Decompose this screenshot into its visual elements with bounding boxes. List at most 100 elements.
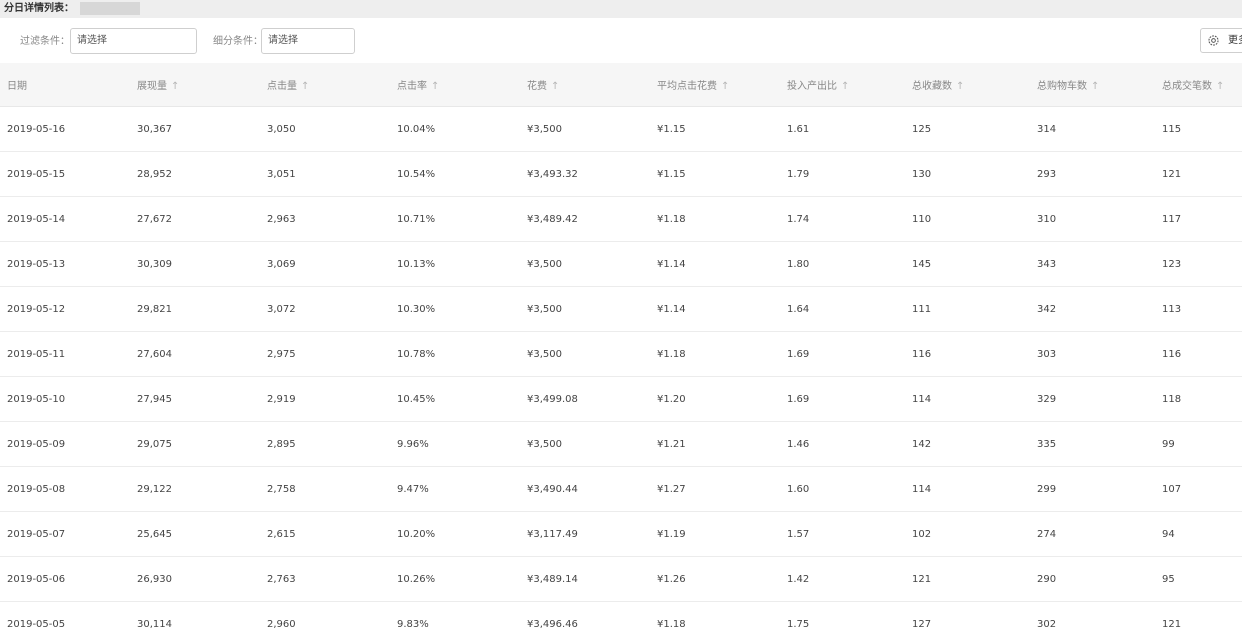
table-cell: ¥3,496.46 (520, 601, 650, 637)
sort-arrow-icon[interactable]: ↑ (551, 81, 559, 92)
table-cell: ¥3,500 (520, 331, 650, 377)
table-cell: ¥3,117.49 (520, 511, 650, 557)
table-cell: 26,930 (130, 556, 260, 602)
table-cell: 121 (1155, 151, 1242, 197)
table-cell: 118 (1155, 376, 1242, 422)
table-cell: 2019-05-16 (0, 106, 130, 152)
more-settings-button[interactable]: 更多 (1200, 28, 1242, 53)
sort-arrow-icon[interactable]: ↑ (171, 81, 179, 92)
table-cell: 303 (1030, 331, 1155, 377)
table-row: 2019-05-09 29,075 2,895 9.96% ¥3,500 ¥1.21 1.4… (0, 421, 1242, 467)
column-header[interactable]: 总成交笔数 ↑ (1155, 63, 1242, 107)
filter-condition-placeholder: 请选择 (77, 35, 107, 46)
table-cell: ¥1.14 (650, 241, 780, 287)
table-cell: 329 (1030, 376, 1155, 422)
table-cell: 94 (1155, 511, 1242, 557)
table-cell: 10.30% (390, 286, 520, 332)
table-cell: 30,114 (130, 601, 260, 637)
table-cell: 2019-05-11 (0, 331, 130, 377)
table-cell: 2,615 (260, 511, 390, 557)
column-header-label: 点击率 (397, 81, 427, 92)
sort-arrow-icon[interactable]: ↑ (721, 81, 729, 92)
table-cell: 10.71% (390, 196, 520, 242)
table-cell: 10.45% (390, 376, 520, 422)
table-cell: 99 (1155, 421, 1242, 467)
subdivide-condition-select[interactable]: 请选择 (261, 28, 355, 54)
table-cell: ¥1.15 (650, 106, 780, 152)
column-header[interactable]: 总收藏数 ↑ (905, 63, 1030, 107)
table-cell: ¥1.27 (650, 466, 780, 512)
table-cell: 29,122 (130, 466, 260, 512)
table-cell: ¥3,500 (520, 241, 650, 287)
column-header[interactable]: 总购物车数 ↑ (1030, 63, 1155, 107)
column-header-label: 平均点击花费 (657, 81, 717, 92)
table-cell: ¥1.18 (650, 196, 780, 242)
table-cell: 302 (1030, 601, 1155, 637)
column-header-label: 花费 (527, 81, 547, 92)
table-cell: 121 (1155, 601, 1242, 637)
table-cell: 2019-05-05 (0, 601, 130, 637)
table-cell: 2,895 (260, 421, 390, 467)
table-cell: 2019-05-07 (0, 511, 130, 557)
column-header[interactable]: 平均点击花费 ↑ (650, 63, 780, 107)
sort-arrow-icon[interactable]: ↑ (431, 81, 439, 92)
table-cell: 25,645 (130, 511, 260, 557)
table-cell: 125 (905, 106, 1030, 152)
table-cell: 102 (905, 511, 1030, 557)
column-header[interactable]: 展现量 ↑ (130, 63, 260, 107)
table-cell: 30,367 (130, 106, 260, 152)
table-cell: 1.69 (780, 331, 905, 377)
table-cell: 95 (1155, 556, 1242, 602)
filter-condition-select[interactable]: 请选择 (70, 28, 197, 54)
table-cell: 3,069 (260, 241, 390, 287)
column-header[interactable]: 花费 ↑ (520, 63, 650, 107)
table-cell: 130 (905, 151, 1030, 197)
sort-arrow-icon[interactable]: ↑ (1216, 81, 1224, 92)
table-cell: 123 (1155, 241, 1242, 287)
table-cell: ¥1.18 (650, 331, 780, 377)
table-cell: 1.61 (780, 106, 905, 152)
sort-arrow-icon[interactable]: ↑ (301, 81, 309, 92)
column-header[interactable]: 投入产出比 ↑ (780, 63, 905, 107)
table-cell: 3,072 (260, 286, 390, 332)
column-header-label: 日期 (7, 81, 27, 92)
table-cell: 3,050 (260, 106, 390, 152)
table-cell: 2,758 (260, 466, 390, 512)
more-settings-label: 更多 (1228, 35, 1242, 46)
sort-arrow-icon[interactable]: ↑ (841, 81, 849, 92)
table-cell: 314 (1030, 106, 1155, 152)
column-header[interactable]: 点击率 ↑ (390, 63, 520, 107)
table-cell: 127 (905, 601, 1030, 637)
table-cell: 335 (1030, 421, 1155, 467)
table-cell: 116 (1155, 331, 1242, 377)
subdivide-condition-label: 细分条件： (213, 36, 263, 47)
daily-detail-table-container[interactable]: 日期 展现量 ↑ 点击量 ↑ 点击率 ↑ 花费 ↑ 平均点击花费 ↑ 投入产出比 ↑ 总收藏数 ↑ 总购物车数… (0, 63, 1242, 637)
column-header[interactable]: 点击量 ↑ (260, 63, 390, 107)
table-cell: 9.47% (390, 466, 520, 512)
table-cell: ¥3,499.08 (520, 376, 650, 422)
table-cell: 116 (905, 331, 1030, 377)
table-cell: 111 (905, 286, 1030, 332)
table-cell: 121 (905, 556, 1030, 602)
table-row: 2019-05-11 27,604 2,975 10.78% ¥3,500 ¥1.18 1.… (0, 331, 1242, 377)
table-cell: 10.54% (390, 151, 520, 197)
column-header-label: 点击量 (267, 81, 297, 92)
table-cell: 342 (1030, 286, 1155, 332)
table-cell: 290 (1030, 556, 1155, 602)
table-cell: 10.04% (390, 106, 520, 152)
page-title: 分日详情列表： (4, 3, 74, 14)
sort-arrow-icon[interactable]: ↑ (1091, 81, 1099, 92)
table-cell: 3,051 (260, 151, 390, 197)
table-cell: 113 (1155, 286, 1242, 332)
table-cell: 9.83% (390, 601, 520, 637)
table-cell: 9.96% (390, 421, 520, 467)
table-cell: 1.60 (780, 466, 905, 512)
table-cell: 10.26% (390, 556, 520, 602)
sort-arrow-icon[interactable]: ↑ (956, 81, 964, 92)
table-cell: ¥3,489.14 (520, 556, 650, 602)
table-cell: 1.74 (780, 196, 905, 242)
table-row: 2019-05-05 30,114 2,960 9.83% ¥3,496.46 ¥1.18… (0, 601, 1242, 637)
column-header-label: 总成交笔数 (1162, 81, 1212, 92)
table-row: 2019-05-07 25,645 2,615 10.20% ¥3,117.49 ¥1.1… (0, 511, 1242, 557)
table-cell: 1.57 (780, 511, 905, 557)
